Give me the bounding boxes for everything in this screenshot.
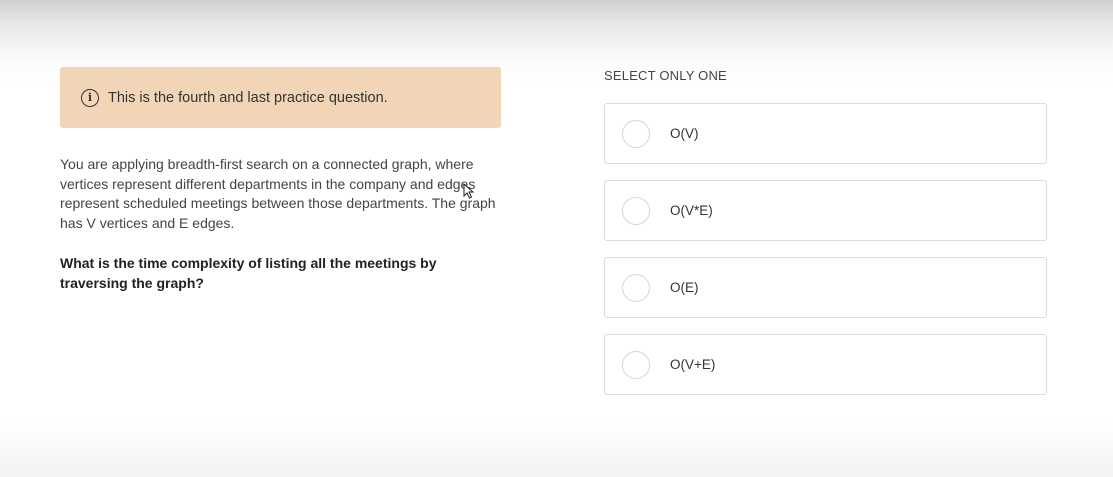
answer-option-label: O(V+E) xyxy=(670,357,716,372)
answer-option-3[interactable]: O(E) xyxy=(604,257,1047,318)
answer-option-label: O(V) xyxy=(670,126,699,141)
answer-option-4[interactable]: O(V+E) xyxy=(604,334,1047,395)
answer-option-1[interactable]: O(V) xyxy=(604,103,1047,164)
answer-option-label: O(E) xyxy=(670,280,699,295)
radio-button[interactable] xyxy=(622,119,650,148)
answer-options: O(V) O(V*E) O(E) O(V+E) xyxy=(604,103,1047,411)
radio-button[interactable] xyxy=(622,196,650,225)
practice-question-page: i This is the fourth and last practice q… xyxy=(0,0,1113,477)
mouse-cursor-icon xyxy=(463,183,475,199)
answer-option-2[interactable]: O(V*E) xyxy=(604,180,1047,241)
answer-option-label: O(V*E) xyxy=(670,203,713,218)
info-banner: i This is the fourth and last practice q… xyxy=(60,67,501,128)
select-instruction: SELECT ONLY ONE xyxy=(604,68,727,83)
radio-button[interactable] xyxy=(622,350,650,379)
info-banner-text: This is the fourth and last practice que… xyxy=(108,89,388,106)
question-prompt: What is the time complexity of listing a… xyxy=(60,255,437,291)
radio-button[interactable] xyxy=(622,273,650,302)
info-circle-icon: i xyxy=(81,88,99,107)
question-text: You are applying breadth-first search on… xyxy=(60,156,496,231)
